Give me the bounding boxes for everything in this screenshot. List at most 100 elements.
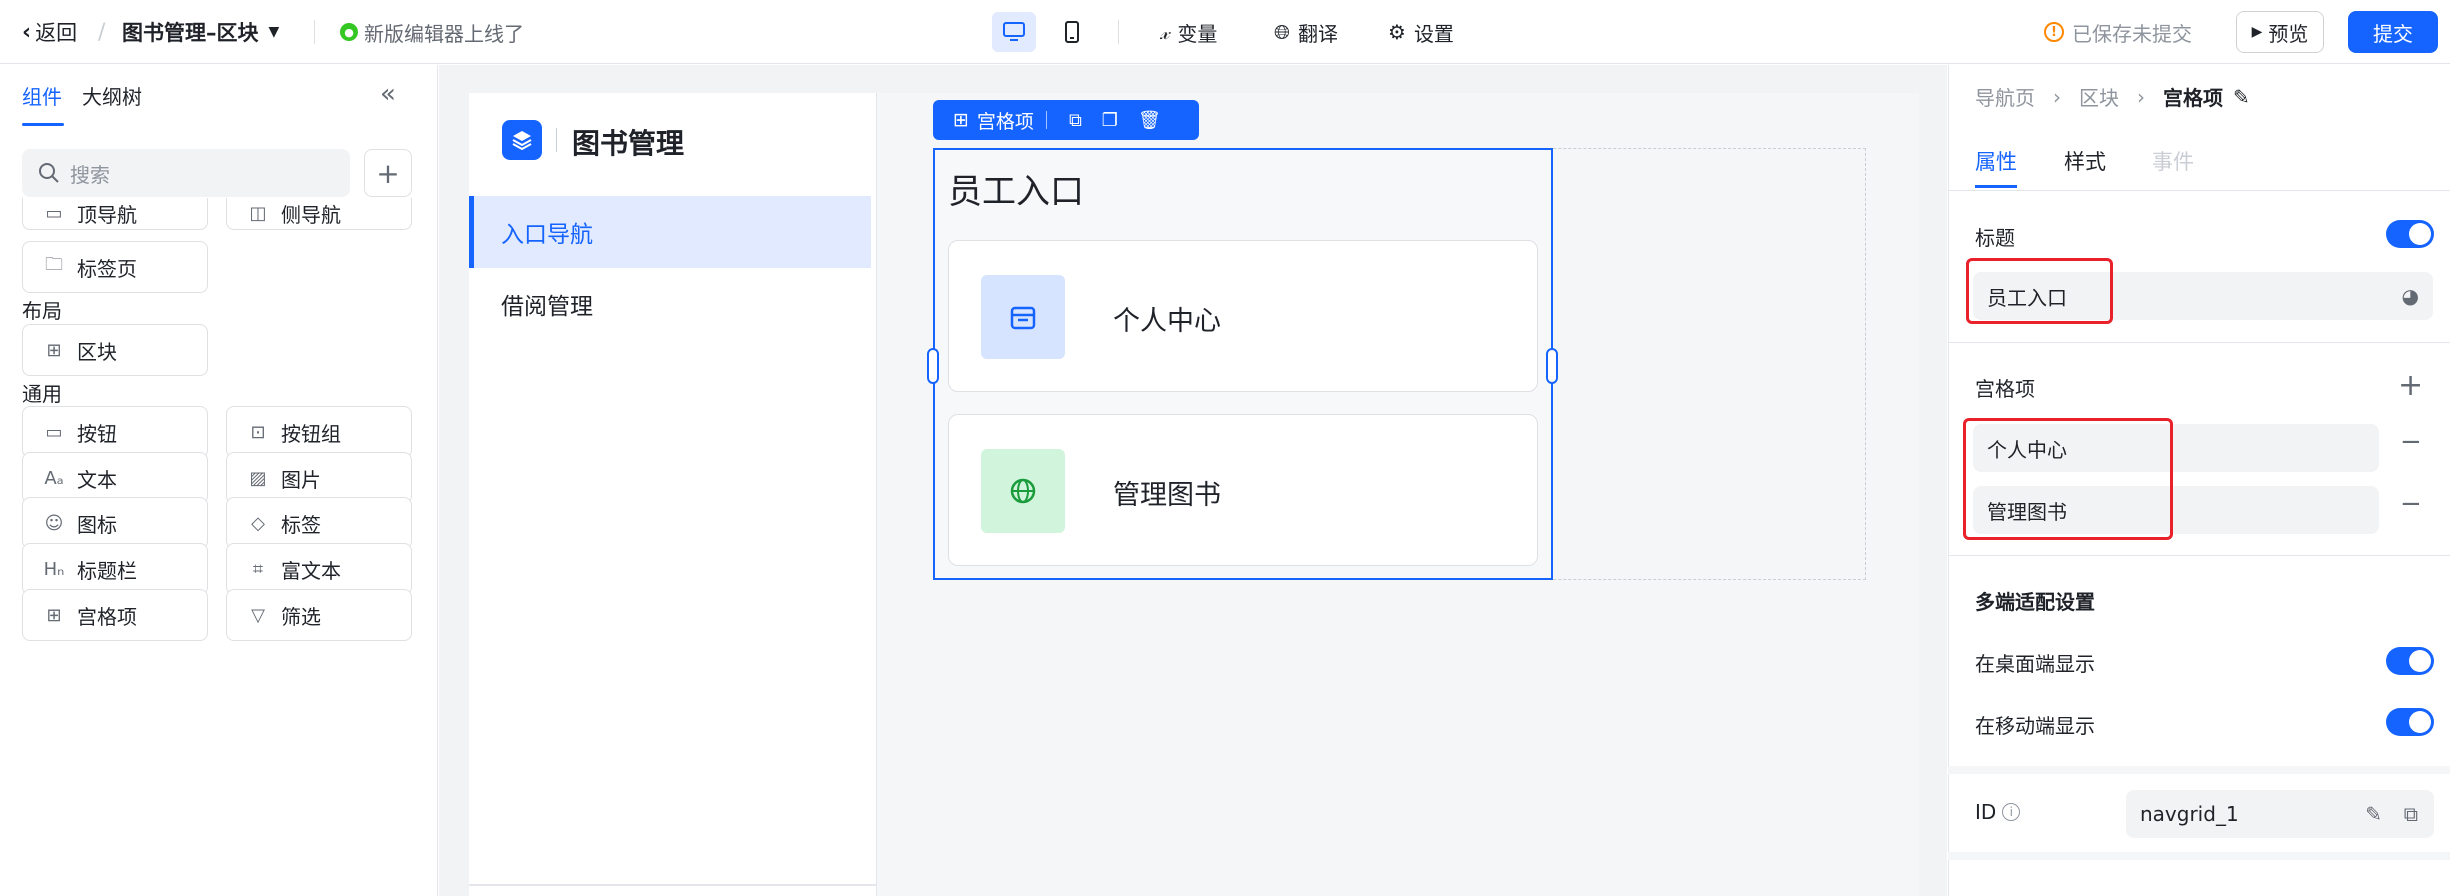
id-label: ID i xyxy=(1975,800,2021,824)
top-nav-icon: ▭ xyxy=(45,203,63,224)
divider xyxy=(1948,342,2450,343)
copy-icon[interactable]: ⧉ xyxy=(2404,802,2418,826)
tab-styles[interactable]: 样式 xyxy=(2064,146,2106,176)
breadcrumb: 导航页 › 区块 › 宫格项 ✎ xyxy=(1975,82,2250,111)
card-label: 管理图书 xyxy=(1113,480,1221,511)
mobile-icon xyxy=(1065,21,1079,43)
page-title-dropdown[interactable]: 图书管理–区块 ▼ xyxy=(122,0,279,64)
component-grid-item[interactable]: ⊞ 宫格项 xyxy=(22,589,208,641)
add-grid-item-icon[interactable]: + xyxy=(2398,368,2423,403)
mobile-view-button[interactable] xyxy=(1050,12,1094,52)
search-input[interactable]: 搜索 xyxy=(22,149,350,197)
mobile-display-toggle[interactable] xyxy=(2386,708,2434,736)
chevron-left-icon: ‹ xyxy=(22,19,32,45)
play-icon: ▶ xyxy=(2251,24,2263,40)
tab-page-icon: 🗀︎ xyxy=(45,254,63,275)
top-bar: ‹ 返回 / 图书管理–区块 ▼ ● 新版编辑器上线了 𝓍 变量 🌐︎ 翻译 ⚙… xyxy=(0,0,2450,64)
grid-items-label: 宫格项 xyxy=(1975,377,2035,401)
desktop-display-label: 在桌面端显示 xyxy=(1975,652,2095,676)
nav-item-borrow[interactable]: 借阅管理 xyxy=(469,268,871,340)
tab-components[interactable]: 组件 xyxy=(22,81,62,110)
side-nav-icon: ◫ xyxy=(249,203,267,224)
component-button-group[interactable]: ⊡ 按钮组 xyxy=(226,406,412,458)
component-top-nav[interactable]: ▭ 顶导航 xyxy=(22,198,208,230)
variables-button[interactable]: 𝓍 变量 xyxy=(1160,0,1217,64)
palette-icon[interactable]: ◕ xyxy=(2402,284,2419,308)
grid-card-manage-books[interactable]: 管理图书 xyxy=(948,414,1538,566)
button-icon: ▭ xyxy=(45,421,63,443)
component-heading[interactable]: Hₙ 标题栏 xyxy=(22,543,208,595)
remove-grid-item-icon[interactable]: − xyxy=(2400,427,2422,457)
title-toggle[interactable] xyxy=(2386,220,2434,248)
id-input[interactable]: navgrid_1 ✎ ⧉ xyxy=(2126,790,2434,838)
divider xyxy=(556,128,557,152)
resize-handle-right[interactable] xyxy=(1546,348,1558,384)
back-button[interactable]: ‹ 返回 xyxy=(22,0,77,64)
chevron-right-icon: › xyxy=(2137,84,2145,109)
component-tag[interactable]: ◇ 标签 xyxy=(226,497,412,549)
multi-device-label: 多端适配设置 xyxy=(1975,590,2095,614)
desktop-view-button[interactable] xyxy=(992,12,1036,52)
active-tab-indicator xyxy=(22,123,64,126)
search-icon xyxy=(39,163,59,183)
resize-handle-left[interactable] xyxy=(927,348,939,384)
tab-outline-tree[interactable]: 大纲树 xyxy=(82,81,142,110)
breadcrumb-current: 宫格项 xyxy=(2163,86,2223,110)
divider xyxy=(1948,190,2450,191)
image-icon: ▨ xyxy=(249,467,267,489)
component-tab-page[interactable]: 🗀︎ 标签页 xyxy=(22,241,208,293)
desktop-icon xyxy=(1003,22,1025,41)
chevron-down-icon: ▼ xyxy=(268,24,280,40)
component-rich-text[interactable]: ⌗ 富文本 xyxy=(226,543,412,595)
edit-icon[interactable]: ✎ xyxy=(2233,85,2250,109)
component-icon[interactable]: ☺ 图标 xyxy=(22,497,208,549)
tag-icon: ◇ xyxy=(251,512,265,534)
section-general: 通用 xyxy=(22,382,62,406)
duplicate-icon[interactable]: ❐ xyxy=(1102,110,1118,131)
app-title: 图书管理 xyxy=(572,127,685,160)
remove-grid-item-icon[interactable]: − xyxy=(2400,489,2422,519)
component-side-nav[interactable]: ◫ 侧导航 xyxy=(226,198,412,230)
preview-button[interactable]: ▶ 预览 xyxy=(2236,11,2324,53)
notice-icon: ● xyxy=(340,23,358,41)
heading-icon: Hₙ xyxy=(43,558,65,580)
add-component-button[interactable]: + xyxy=(364,149,412,197)
new-editor-notice[interactable]: ● 新版编辑器上线了 xyxy=(340,0,524,64)
translate-button[interactable]: 🌐︎ 翻译 xyxy=(1274,0,1338,64)
component-panel: 组件 大纲树 « 搜索 + ▭ 顶导航 ◫ 侧导航 🗀︎ 标签页 布局 ⊞ 区块… xyxy=(0,65,438,896)
breadcrumb-item[interactable]: 区块 xyxy=(2079,82,2119,111)
divider xyxy=(1948,555,2450,556)
component-block[interactable]: ⊞ 区块 xyxy=(22,324,208,376)
highlight-title xyxy=(1966,258,2113,324)
copy-icon[interactable]: ⧉ xyxy=(1069,110,1082,131)
chevron-right-icon: › xyxy=(2053,84,2061,109)
grid-card-profile[interactable]: 个人中心 xyxy=(948,240,1538,392)
grid-icon: ⊞ xyxy=(953,109,969,131)
mobile-display-label: 在移动端显示 xyxy=(1975,714,2095,738)
divider xyxy=(469,884,877,886)
rich-text-icon: ⌗ xyxy=(252,558,264,580)
gear-icon: ⚙ xyxy=(1388,20,1406,44)
smile-icon: ☺ xyxy=(44,512,64,534)
active-tab-indicator xyxy=(1975,185,2017,188)
save-status: ! 已保存未提交 xyxy=(2044,0,2192,64)
collapse-panel-icon[interactable]: « xyxy=(380,79,396,109)
title-label: 标题 xyxy=(1975,226,2015,250)
delete-icon[interactable]: 🗑︎ xyxy=(1138,110,1161,131)
divider xyxy=(1948,852,2450,860)
component-filter[interactable]: ▽ 筛选 xyxy=(226,589,412,641)
nav-item-entry[interactable]: 入口导航 xyxy=(469,196,871,268)
app-logo-icon xyxy=(502,120,542,160)
card-label: 个人中心 xyxy=(1113,306,1221,337)
tab-properties[interactable]: 属性 xyxy=(1975,146,2017,176)
edit-icon[interactable]: ✎ xyxy=(2365,802,2382,826)
block-title: 员工入口 xyxy=(948,172,1084,212)
submit-button[interactable]: 提交 xyxy=(2348,11,2438,53)
info-icon[interactable]: i xyxy=(2002,803,2021,821)
divider xyxy=(1118,20,1119,44)
desktop-display-toggle[interactable] xyxy=(2386,647,2434,675)
highlight-grid-items xyxy=(1963,418,2173,540)
breadcrumb-item[interactable]: 导航页 xyxy=(1975,82,2035,111)
settings-button[interactable]: ⚙ 设置 xyxy=(1388,0,1454,64)
component-button[interactable]: ▭ 按钮 xyxy=(22,406,208,458)
